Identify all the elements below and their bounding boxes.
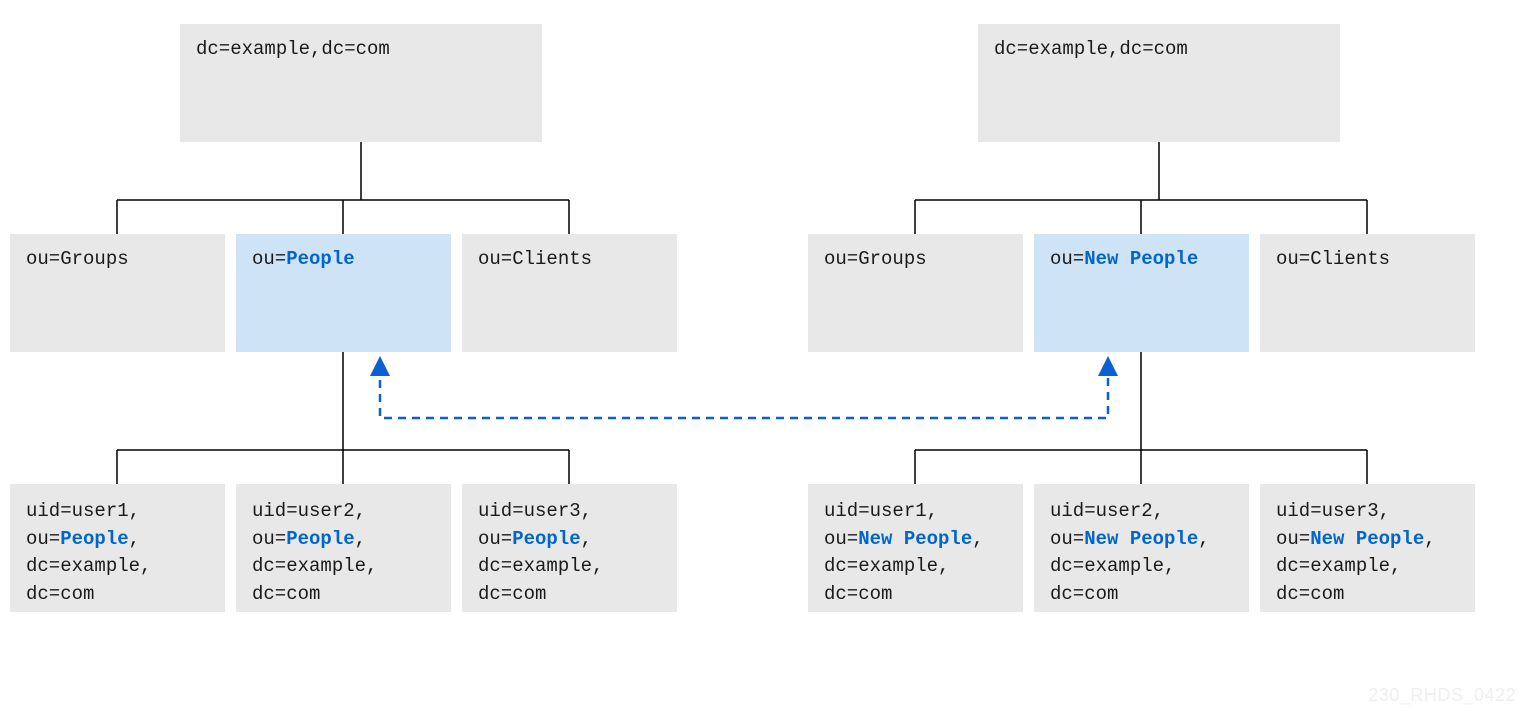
ou-suffix: , [972, 528, 983, 550]
ou-suffix: , [355, 528, 366, 550]
left-ou-people: ou=People [236, 234, 451, 352]
right-root-label: dc=example,dc=com [994, 38, 1188, 60]
right-ou-clients: ou=Clients [1260, 234, 1475, 352]
ou-value: New People [858, 528, 972, 550]
left-leaf-user2: uid=user2, ou=People, dc=example, dc=com [236, 484, 451, 612]
ou-suffix: , [129, 528, 140, 550]
ou-value: People [286, 248, 354, 270]
right-leaf-user3: uid=user3, ou=New People, dc=example, dc… [1260, 484, 1475, 612]
ou-value: Clients [1310, 248, 1390, 270]
ou-suffix: , [1424, 528, 1435, 550]
right-ou-new-people: ou=New People [1034, 234, 1249, 352]
ou-prefix: ou= [824, 528, 858, 550]
dc1: dc=example, [478, 555, 603, 577]
dc2: dc=com [26, 583, 94, 605]
left-leaf-user3: uid=user3, ou=People, dc=example, dc=com [462, 484, 677, 612]
ou-prefix: ou= [824, 248, 858, 270]
ou-prefix: ou= [478, 528, 512, 550]
uid: uid=user2, [252, 500, 366, 522]
dc1: dc=example, [26, 555, 151, 577]
left-leaf-user1: uid=user1, ou=People, dc=example, dc=com [10, 484, 225, 612]
ou-value: New People [1084, 248, 1198, 270]
ou-value: People [286, 528, 354, 550]
ou-value: Groups [858, 248, 926, 270]
ou-suffix: , [1198, 528, 1209, 550]
dc1: dc=example, [1276, 555, 1401, 577]
ou-value: New People [1310, 528, 1424, 550]
ou-prefix: ou= [252, 528, 286, 550]
ou-value: People [60, 528, 128, 550]
ou-prefix: ou= [1276, 528, 1310, 550]
left-root-node: dc=example,dc=com [180, 24, 542, 142]
ou-value: New People [1084, 528, 1198, 550]
left-root-label: dc=example,dc=com [196, 38, 390, 60]
dc2: dc=com [252, 583, 320, 605]
ou-prefix: ou= [1050, 248, 1084, 270]
ou-prefix: ou= [252, 248, 286, 270]
dc2: dc=com [824, 583, 892, 605]
ou-suffix: , [581, 528, 592, 550]
dc2: dc=com [1050, 583, 1118, 605]
ou-prefix: ou= [1050, 528, 1084, 550]
uid: uid=user3, [1276, 500, 1390, 522]
left-ou-groups: ou=Groups [10, 234, 225, 352]
dc1: dc=example, [1050, 555, 1175, 577]
watermark-text: 230_RHDS_0422 [1368, 685, 1516, 706]
right-leaf-user1: uid=user1, ou=New People, dc=example, dc… [808, 484, 1023, 612]
dc1: dc=example, [824, 555, 949, 577]
ou-prefix: ou= [1276, 248, 1310, 270]
dc2: dc=com [1276, 583, 1344, 605]
ou-value: Groups [60, 248, 128, 270]
right-root-node: dc=example,dc=com [978, 24, 1340, 142]
ou-prefix: ou= [26, 528, 60, 550]
ou-prefix: ou= [478, 248, 512, 270]
right-leaf-user2: uid=user2, ou=New People, dc=example, dc… [1034, 484, 1249, 612]
uid: uid=user2, [1050, 500, 1164, 522]
ou-value: People [512, 528, 580, 550]
dc1: dc=example, [252, 555, 377, 577]
left-ou-clients: ou=Clients [462, 234, 677, 352]
uid: uid=user3, [478, 500, 592, 522]
ou-value: Clients [512, 248, 592, 270]
right-ou-groups: ou=Groups [808, 234, 1023, 352]
uid: uid=user1, [824, 500, 938, 522]
ou-prefix: ou= [26, 248, 60, 270]
dc2: dc=com [478, 583, 546, 605]
uid: uid=user1, [26, 500, 140, 522]
